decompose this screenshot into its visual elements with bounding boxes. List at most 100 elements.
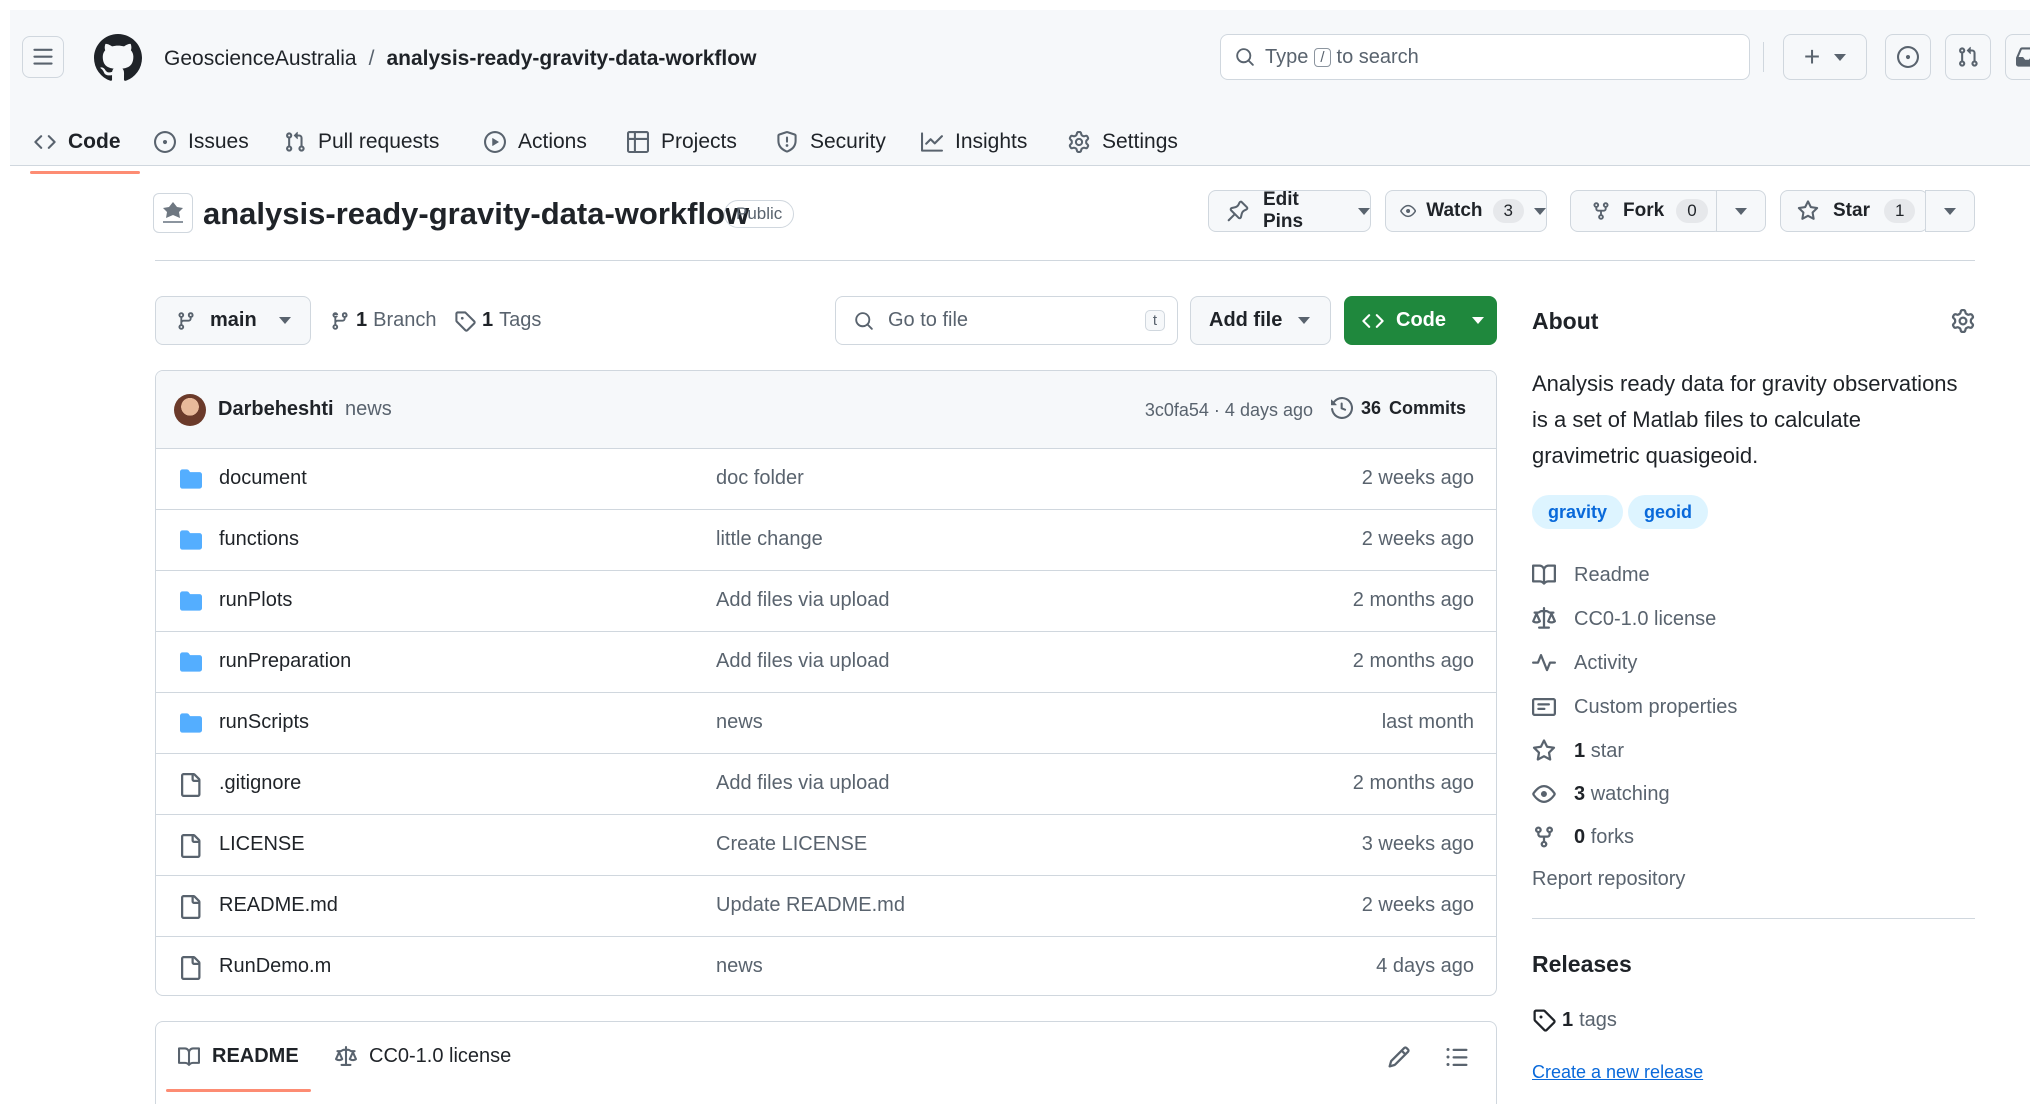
readme-outline-button[interactable] <box>1445 1045 1469 1069</box>
readme-tab[interactable]: README <box>178 1045 299 1068</box>
forks-link[interactable]: 0 forks <box>1532 825 1634 849</box>
table-row[interactable]: functions little change 2 weeks ago <box>156 510 1496 571</box>
table-row[interactable]: README.md Update README.md 2 weeks ago <box>156 876 1496 937</box>
eye-icon <box>1400 204 1417 218</box>
branches-link[interactable]: 1 Branch <box>330 309 437 332</box>
table-row[interactable]: runPlots Add files via upload 2 months ago <box>156 571 1496 632</box>
file-commit-message[interactable]: Update README.md <box>716 894 905 917</box>
about-description: Analysis ready data for gravity observat… <box>1532 371 1958 468</box>
go-to-file-input[interactable]: Go to file t <box>835 296 1178 345</box>
file-table: Darbeheshti news 3c0fa54 · 4 days ago 36… <box>155 370 1497 996</box>
table-row[interactable]: runScripts news last month <box>156 693 1496 754</box>
table-row[interactable]: .gitignore Add files via upload 2 months a… <box>156 754 1496 815</box>
table-row[interactable]: LICENSE Create LICENSE 3 weeks ago <box>156 815 1496 876</box>
tab-pull-requests[interactable]: Pull requests <box>284 122 439 162</box>
fork-dropdown-button[interactable] <box>1716 190 1766 232</box>
breadcrumb-owner[interactable]: GeoscienceAustralia <box>164 47 357 71</box>
license-link[interactable]: CC0-1.0 license <box>1532 607 1716 631</box>
github-logo-icon[interactable] <box>94 34 142 82</box>
avatar[interactable] <box>174 394 206 426</box>
file-age: 4 days ago <box>1376 955 1474 977</box>
tab-insights-label: Insights <box>955 130 1028 153</box>
law-icon <box>1532 607 1556 629</box>
watch-button[interactable]: Watch 3 <box>1385 190 1547 232</box>
pull-requests-button[interactable] <box>1945 34 1991 80</box>
table-row[interactable]: document doc folder 2 weeks ago <box>156 449 1496 510</box>
table-row[interactable]: runPreparation Add files via upload 2 mont… <box>156 632 1496 693</box>
readme-link[interactable]: Readme <box>1532 563 1650 587</box>
fork-label: Fork <box>1623 200 1665 221</box>
breadcrumb-repo[interactable]: analysis-ready-gravity-data-workflow <box>386 47 756 71</box>
add-file-button[interactable]: Add file <box>1190 296 1331 345</box>
file-name[interactable]: document <box>219 467 307 490</box>
tab-issues[interactable]: Issues <box>154 122 249 162</box>
file-commit-message[interactable]: Add files via upload <box>716 772 889 795</box>
tab-projects[interactable]: Projects <box>627 122 737 162</box>
stars-link[interactable]: 1 star <box>1532 739 1624 763</box>
report-repository-link[interactable]: Report repository <box>1532 868 1685 891</box>
releases-heading[interactable]: Releases <box>1532 951 1632 978</box>
about-settings-button[interactable] <box>1951 309 1975 333</box>
edit-readme-button[interactable] <box>1387 1045 1411 1069</box>
code-button[interactable]: Code <box>1344 296 1497 345</box>
file-name[interactable]: runScripts <box>219 711 309 734</box>
file-name[interactable]: runPreparation <box>219 650 351 673</box>
book-icon <box>178 1046 200 1066</box>
watch-label: Watch <box>1426 200 1483 221</box>
star-button[interactable]: Star 1 <box>1780 190 1928 232</box>
repo-avatar[interactable] <box>153 193 193 233</box>
license-tab[interactable]: CC0-1.0 license <box>335 1045 511 1068</box>
releases-tags-count: 1 <box>1562 1008 1574 1031</box>
table-row[interactable]: RunDemo.m news 4 days ago <box>156 937 1496 995</box>
file-commit-message[interactable]: news <box>716 955 763 978</box>
commit-author[interactable]: Darbeheshti <box>218 398 334 421</box>
folder-icon <box>180 530 202 550</box>
tab-code-label: Code <box>68 130 121 153</box>
gear-icon <box>1951 309 1975 333</box>
tab-insights[interactable]: Insights <box>921 122 1027 162</box>
tab-actions[interactable]: Actions <box>484 122 587 162</box>
branch-select-button[interactable]: main <box>155 296 311 345</box>
file-commit-message[interactable]: Add files via upload <box>716 589 889 612</box>
activity-link[interactable]: Activity <box>1532 651 1637 675</box>
create-new-button[interactable]: + <box>1783 34 1867 80</box>
file-commit-message[interactable]: news <box>716 711 763 734</box>
tab-settings[interactable]: Settings <box>1068 122 1178 162</box>
commit-hash-age[interactable]: 3c0fa54 · 4 days ago <box>1145 400 1313 421</box>
file-commit-message[interactable]: doc folder <box>716 467 804 490</box>
create-release-link[interactable]: Create a new release <box>1532 1062 1703 1083</box>
git-pull-request-icon <box>1959 46 1978 67</box>
global-search-input[interactable]: Type / to search <box>1220 34 1750 80</box>
topic-geoid[interactable]: geoid <box>1628 495 1708 529</box>
file-commit-message[interactable]: Add files via upload <box>716 650 889 673</box>
file-name[interactable]: LICENSE <box>219 833 305 856</box>
file-commit-message[interactable]: Create LICENSE <box>716 833 867 856</box>
file-name[interactable]: .gitignore <box>219 772 301 795</box>
commits-link[interactable]: 36 Commits <box>1330 397 1466 419</box>
fork-button[interactable]: Fork 0 <box>1570 190 1722 232</box>
tab-security[interactable]: Security <box>776 122 886 162</box>
file-name[interactable]: RunDemo.m <box>219 955 331 978</box>
repo-title[interactable]: analysis-ready-gravity-data-workflow <box>203 196 749 232</box>
watching-label: watching <box>1590 782 1670 805</box>
menu-button[interactable] <box>22 36 64 78</box>
topic-gravity[interactable]: gravity <box>1532 495 1624 529</box>
tab-code[interactable]: Code <box>34 122 121 162</box>
file-age: 2 weeks ago <box>1361 467 1474 489</box>
watching-link[interactable]: 3 watching <box>1532 782 1670 806</box>
search-icon <box>855 311 873 330</box>
edit-pins-button[interactable]: Edit Pins <box>1208 189 1371 232</box>
file-commit-message[interactable]: little change <box>716 528 823 551</box>
issues-button[interactable] <box>1885 34 1931 80</box>
inbox-button[interactable] <box>2005 34 2030 80</box>
tags-link[interactable]: 1 Tags <box>454 309 541 332</box>
file-name[interactable]: README.md <box>219 894 338 917</box>
commit-message[interactable]: news <box>345 398 392 421</box>
file-name[interactable]: runPlots <box>219 589 292 612</box>
git-branch-icon <box>178 311 194 330</box>
star-dropdown-button[interactable] <box>1925 190 1975 232</box>
file-name[interactable]: functions <box>219 528 299 551</box>
custom-properties-link[interactable]: Custom properties <box>1532 695 1737 719</box>
folder-icon <box>180 591 202 611</box>
releases-tags-link[interactable]: 1 tags <box>1532 1008 1617 1032</box>
